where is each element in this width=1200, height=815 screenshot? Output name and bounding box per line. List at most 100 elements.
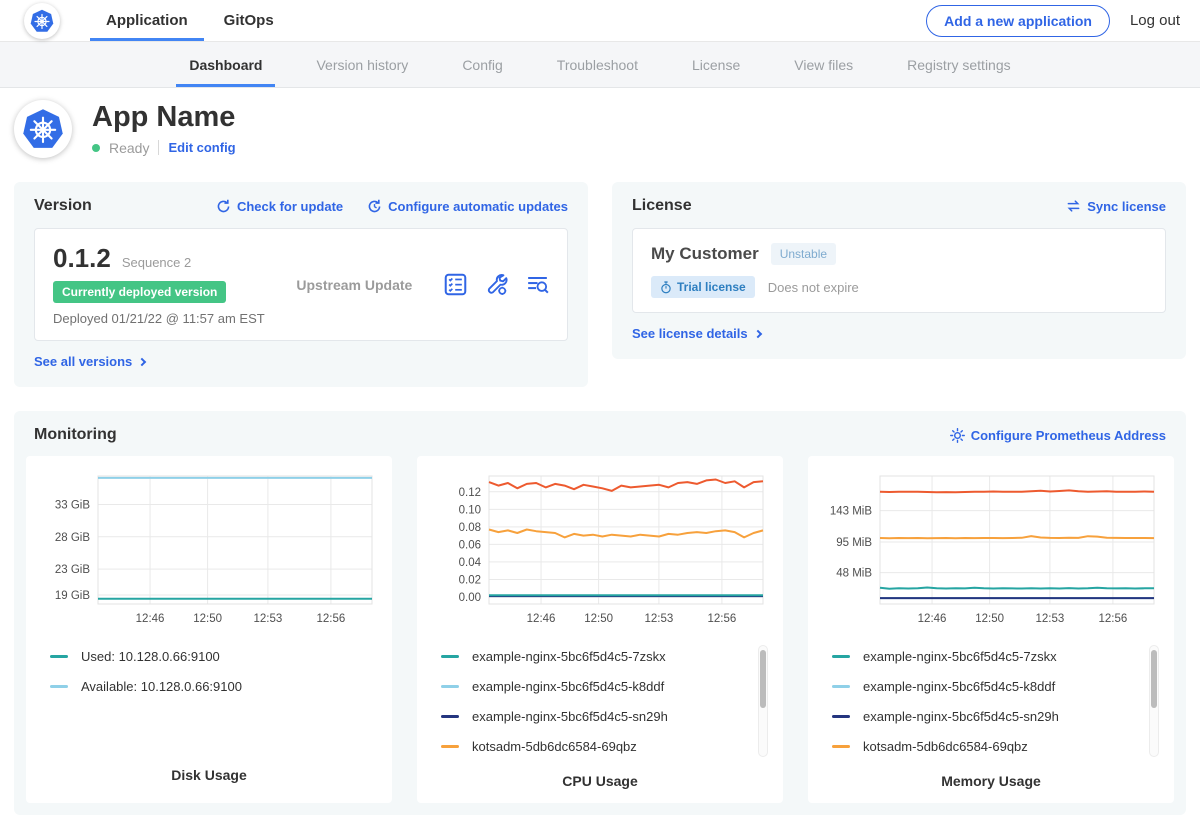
gear-icon bbox=[950, 428, 965, 443]
svg-text:0.06: 0.06 bbox=[459, 539, 481, 551]
legend-scrollbar-thumb[interactable] bbox=[1151, 650, 1157, 708]
chevron-right-icon bbox=[753, 329, 761, 337]
legend-item: kotsadm-5db6dc6584-69qbz bbox=[441, 739, 755, 754]
legend-color-dash bbox=[832, 685, 850, 688]
legend-scrollbar-track[interactable] bbox=[758, 645, 768, 757]
svg-text:0.02: 0.02 bbox=[459, 574, 481, 586]
legend-label: Available: 10.128.0.66:9100 bbox=[81, 679, 242, 694]
tab-view-files[interactable]: View files bbox=[767, 42, 880, 87]
cpu-usage-legend: example-nginx-5bc6f5d4c5-7zskx example-ng… bbox=[431, 641, 769, 769]
tab-version-history[interactable]: Version history bbox=[289, 42, 435, 87]
monitoring-title: Monitoring bbox=[34, 426, 117, 444]
view-logs-icon[interactable] bbox=[526, 273, 549, 296]
channel-badge: Unstable bbox=[771, 243, 836, 265]
svg-text:12:46: 12:46 bbox=[136, 613, 165, 625]
svg-text:12:56: 12:56 bbox=[1099, 613, 1128, 625]
svg-text:23 GiB: 23 GiB bbox=[55, 564, 90, 576]
tab-registry-settings[interactable]: Registry settings bbox=[880, 42, 1037, 87]
sync-license-link[interactable]: Sync license bbox=[1066, 199, 1166, 214]
see-license-details-link[interactable]: See license details bbox=[632, 326, 761, 341]
tab-troubleshoot[interactable]: Troubleshoot bbox=[530, 42, 665, 87]
legend-color-dash bbox=[50, 685, 68, 688]
svg-text:0.12: 0.12 bbox=[459, 487, 481, 499]
tab-dashboard[interactable]: Dashboard bbox=[162, 42, 289, 87]
legend-scrollbar-track[interactable] bbox=[1149, 645, 1159, 757]
sync-icon bbox=[1066, 199, 1081, 213]
cpu-usage-svg: 0.000.020.040.060.080.100.1212:4612:5012… bbox=[431, 466, 769, 632]
legend-label: kotsadm-5db6dc6584-69qbz bbox=[472, 739, 637, 754]
stopwatch-icon bbox=[660, 281, 672, 294]
legend-item: kotsadm-5db6dc6584-69qbz bbox=[832, 739, 1146, 754]
divider bbox=[158, 140, 159, 155]
tab-license[interactable]: License bbox=[665, 42, 767, 87]
cpu-usage-plot: 0.000.020.040.060.080.100.1212:4612:5012… bbox=[431, 466, 769, 637]
check-for-update-link[interactable]: Check for update bbox=[216, 199, 343, 214]
memory-usage-legend: example-nginx-5bc6f5d4c5-7zskx example-ng… bbox=[822, 641, 1160, 769]
tab-config[interactable]: Config bbox=[435, 42, 529, 87]
tab-application[interactable]: Application bbox=[88, 0, 206, 41]
svg-text:0.04: 0.04 bbox=[459, 557, 482, 569]
add-application-button[interactable]: Add a new application bbox=[926, 5, 1110, 37]
svg-text:0.00: 0.00 bbox=[459, 592, 481, 604]
svg-text:19 GiB: 19 GiB bbox=[55, 590, 90, 602]
configure-automatic-updates-link[interactable]: Configure automatic updates bbox=[367, 199, 568, 214]
edit-config-link[interactable]: Edit config bbox=[168, 140, 235, 155]
legend-color-dash bbox=[832, 655, 850, 658]
see-all-versions-link[interactable]: See all versions bbox=[34, 354, 145, 369]
top-nav: Application GitOps Add a new application… bbox=[0, 0, 1200, 42]
disk-usage-legend: Used: 10.128.0.66:9100 Available: 10.128.… bbox=[40, 641, 378, 763]
deployed-timestamp: Deployed 01/21/22 @ 11:57 am EST bbox=[53, 311, 265, 326]
legend-label: example-nginx-5bc6f5d4c5-k8ddf bbox=[472, 679, 664, 694]
svg-text:95 MiB: 95 MiB bbox=[836, 537, 872, 549]
version-card-title: Version bbox=[34, 197, 92, 215]
version-number: 0.1.2 bbox=[53, 243, 111, 274]
edit-config-wrench-icon[interactable] bbox=[485, 273, 508, 296]
trial-license-badge: Trial license bbox=[651, 276, 755, 298]
memory-usage-plot: 48 MiB95 MiB143 MiB12:4612:5012:5312:56 bbox=[822, 466, 1160, 637]
legend-item: example-nginx-5bc6f5d4c5-k8ddf bbox=[441, 679, 755, 694]
logout-button[interactable]: Log out bbox=[1130, 12, 1180, 29]
legend-label: example-nginx-5bc6f5d4c5-sn29h bbox=[863, 709, 1059, 724]
svg-text:12:53: 12:53 bbox=[1035, 613, 1064, 625]
svg-text:12:56: 12:56 bbox=[708, 613, 737, 625]
version-source-label: Upstream Update bbox=[296, 277, 412, 293]
disk-usage-title: Disk Usage bbox=[40, 767, 378, 783]
app-header: App Name Ready Edit config bbox=[0, 88, 1200, 172]
configure-prometheus-label: Configure Prometheus Address bbox=[971, 428, 1166, 443]
configure-prometheus-link[interactable]: Configure Prometheus Address bbox=[950, 428, 1166, 443]
tab-gitops[interactable]: GitOps bbox=[206, 0, 292, 41]
svg-text:12:53: 12:53 bbox=[253, 613, 282, 625]
see-license-details-label: See license details bbox=[632, 326, 748, 341]
license-card-title: License bbox=[632, 197, 692, 215]
customer-name: My Customer bbox=[651, 244, 759, 264]
sequence-label: Sequence 2 bbox=[122, 255, 191, 270]
monitoring-card: Monitoring Configure Prometheus Address … bbox=[14, 411, 1186, 815]
memory-usage-title: Memory Usage bbox=[822, 773, 1160, 789]
clock-refresh-icon bbox=[367, 199, 382, 214]
svg-text:12:46: 12:46 bbox=[527, 613, 556, 625]
disk-usage-svg: 19 GiB23 GiB28 GiB33 GiB12:4612:5012:531… bbox=[40, 466, 378, 632]
legend-color-dash bbox=[441, 745, 459, 748]
legend-color-dash bbox=[832, 745, 850, 748]
disk-usage-plot: 19 GiB23 GiB28 GiB33 GiB12:4612:5012:531… bbox=[40, 466, 378, 637]
preflight-checks-icon[interactable] bbox=[444, 273, 467, 296]
legend-item: example-nginx-5bc6f5d4c5-7zskx bbox=[832, 649, 1146, 664]
trial-license-label: Trial license bbox=[677, 280, 746, 294]
svg-text:12:50: 12:50 bbox=[975, 613, 1004, 625]
svg-text:143 MiB: 143 MiB bbox=[830, 506, 873, 518]
license-expiry: Does not expire bbox=[768, 280, 859, 295]
currently-deployed-badge: Currently deployed version bbox=[53, 281, 226, 303]
current-version-row: 0.1.2 Sequence 2 Currently deployed vers… bbox=[34, 228, 568, 341]
svg-text:12:50: 12:50 bbox=[584, 613, 613, 625]
svg-text:12:46: 12:46 bbox=[918, 613, 947, 625]
legend-item: example-nginx-5bc6f5d4c5-sn29h bbox=[832, 709, 1146, 724]
legend-item: example-nginx-5bc6f5d4c5-7zskx bbox=[441, 649, 755, 664]
memory-usage-chart-card: 48 MiB95 MiB143 MiB12:4612:5012:5312:56 … bbox=[808, 456, 1174, 803]
legend-scrollbar-thumb[interactable] bbox=[760, 650, 766, 708]
app-sub-nav: Dashboard Version history Config Trouble… bbox=[0, 42, 1200, 88]
cpu-usage-title: CPU Usage bbox=[431, 773, 769, 789]
configure-automatic-updates-label: Configure automatic updates bbox=[388, 199, 568, 214]
legend-label: example-nginx-5bc6f5d4c5-7zskx bbox=[472, 649, 666, 664]
disk-usage-chart-card: 19 GiB23 GiB28 GiB33 GiB12:4612:5012:531… bbox=[26, 456, 392, 803]
legend-label: Used: 10.128.0.66:9100 bbox=[81, 649, 220, 664]
